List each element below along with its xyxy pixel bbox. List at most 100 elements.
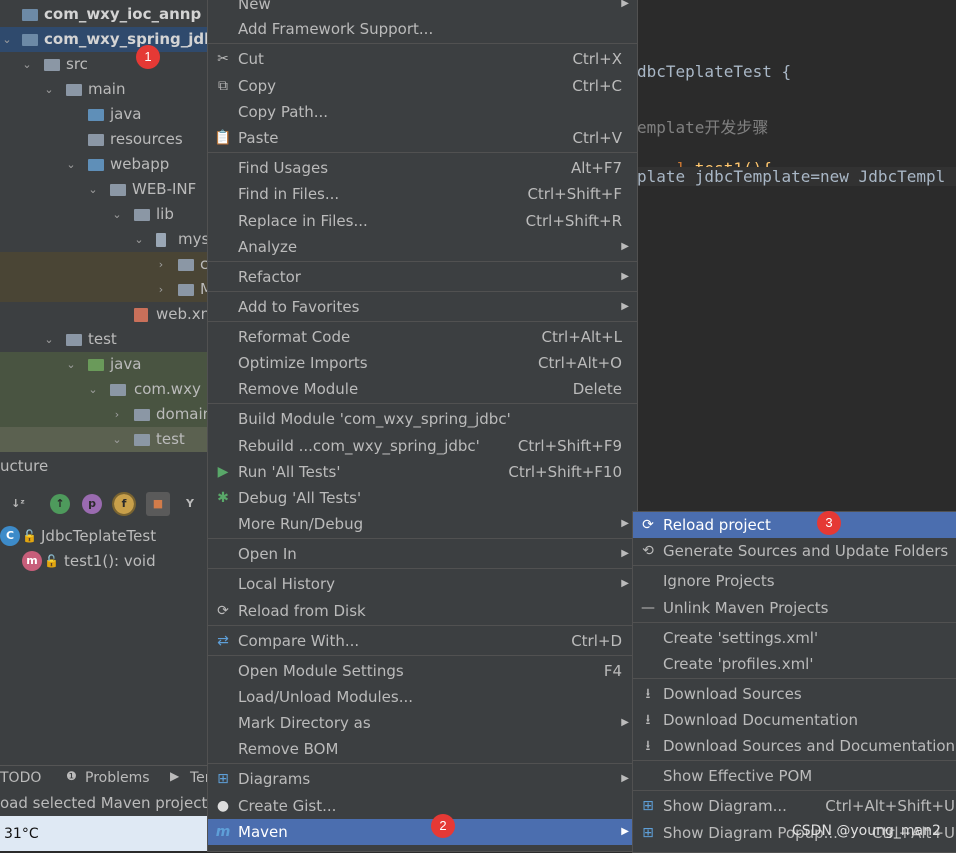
menu-item-reformat-code[interactable]: Reformat Code Ctrl+Alt+L	[208, 324, 637, 350]
chevron-right-icon: ▶	[621, 0, 629, 9]
chevron-right-icon: ▶	[621, 717, 629, 728]
menu-item-open-module-settings[interactable]: Open Module Settings F4	[208, 658, 637, 684]
copy-icon: ⧉	[218, 78, 228, 94]
chevron-right-icon: ▶	[621, 578, 629, 589]
folder-icon	[110, 184, 126, 196]
status-bar: oad selected Maven projects	[0, 791, 207, 816]
menu-item-reload-from-disk[interactable]: ⟳ Reload from Disk	[208, 598, 637, 624]
public-icon: 🔓	[44, 554, 59, 568]
tree-item-com-wxy-spring-jdbc[interactable]: ⌄ com_wxy_spring_jdbc	[0, 27, 207, 52]
tree-item-src[interactable]: ⌄ src	[0, 52, 207, 77]
tree-item-domain[interactable]: › domain	[0, 402, 207, 427]
watermark: CSDN @young_man2	[792, 823, 941, 839]
menu-item-show-diagram[interactable]: ⊞ Show Diagram... Ctrl+Alt+Shift+U	[633, 793, 956, 819]
resources-folder-icon	[88, 134, 104, 146]
menu-item-analyze[interactable]: Analyze ▶	[208, 234, 637, 260]
chevron-down-icon: ⌄	[2, 33, 12, 46]
tree-item-test[interactable]: ⌄ test	[0, 327, 207, 352]
tree-item-c[interactable]: › c	[0, 252, 207, 277]
paste-icon: 📋	[214, 130, 232, 146]
menu-item-mark-directory-as[interactable]: Mark Directory as ▶	[208, 710, 637, 736]
web-folder-icon	[88, 159, 104, 171]
menu-item-copy[interactable]: ⧉ Copy Ctrl+C	[208, 73, 637, 99]
chevron-down-icon: ⌄	[66, 358, 76, 371]
tree-item-java[interactable]: java	[0, 102, 207, 127]
compare-icon: ⇄	[217, 633, 229, 649]
structure-class-row[interactable]: C 🔓 JdbcTeplateTest	[0, 524, 207, 548]
chevron-right-icon: ›	[158, 258, 164, 271]
menu-item-local-history[interactable]: Local History ▶	[208, 571, 637, 597]
test-folder-icon	[88, 359, 104, 371]
menu-item-diagrams[interactable]: ⊞ Diagrams ▶	[208, 766, 637, 792]
field-icon[interactable]: f	[112, 492, 136, 516]
menu-item-optimize-imports[interactable]: Optimize Imports Ctrl+Alt+O	[208, 350, 637, 376]
menu-item-more-run-debug[interactable]: More Run/Debug ▶	[208, 511, 637, 537]
tab-problems[interactable]: Problems	[85, 770, 150, 786]
tree-item-com-wxy-ioc-annp[interactable]: com_wxy_ioc_annp	[0, 2, 207, 27]
tree-item-web-xml[interactable]: web.xn	[0, 302, 207, 327]
menu-item-download-sources-and-docs[interactable]: ⭳ Download Sources and Documentation	[633, 733, 956, 759]
menu-item-copy-path[interactable]: Copy Path...	[208, 99, 637, 125]
tree-item-test-package[interactable]: ⌄ test	[0, 427, 207, 452]
menu-item-cut[interactable]: ✂ Cut Ctrl+X	[208, 46, 637, 72]
menu-item-maven[interactable]: m Maven ▶	[208, 819, 637, 845]
step-badge-2: 2	[431, 814, 455, 838]
menu-item-debug-all-tests[interactable]: ✱ Debug 'All Tests'	[208, 485, 637, 511]
hierarchy-icon[interactable]: Y	[180, 494, 200, 514]
menu-item-show-effective-pom[interactable]: Show Effective POM	[633, 763, 956, 789]
menu-item-generate-sources[interactable]: ⟲ Generate Sources and Update Folders	[633, 538, 956, 564]
inherited-icon[interactable]: ↑	[50, 494, 70, 514]
menu-item-new[interactable]: New ▶	[208, 0, 637, 17]
tree-item-webapp[interactable]: ⌄ webapp	[0, 152, 207, 177]
menu-item-load-unload-modules[interactable]: Load/Unload Modules...	[208, 684, 637, 710]
menu-item-paste[interactable]: 📋 Paste Ctrl+V	[208, 125, 637, 151]
menu-item-replace-in-files[interactable]: Replace in Files... Ctrl+Shift+R	[208, 208, 637, 234]
lock-icon[interactable]: ■	[146, 492, 170, 516]
tab-todo[interactable]: TODO	[0, 770, 41, 786]
code-editor[interactable]: dbcTeplateTest { emplate开发步骤 ] test1(){ …	[637, 0, 956, 512]
menu-item-find-in-files[interactable]: Find in Files... Ctrl+Shift+F	[208, 181, 637, 207]
menu-item-create-profiles-xml[interactable]: Create 'profiles.xml'	[633, 651, 956, 677]
package-icon	[134, 409, 150, 421]
tree-item-m[interactable]: › M	[0, 277, 207, 302]
menu-item-run-all-tests[interactable]: ▶ Run 'All Tests' Ctrl+Shift+F10	[208, 459, 637, 485]
menu-item-create-gist[interactable]: ● Create Gist...	[208, 793, 637, 819]
scissors-icon: ✂	[217, 51, 229, 67]
property-icon[interactable]: p	[82, 494, 102, 514]
menu-item-find-usages[interactable]: Find Usages Alt+F7	[208, 155, 637, 181]
menu-item-compare-with[interactable]: ⇄ Compare With... Ctrl+D	[208, 628, 637, 654]
menu-item-refactor[interactable]: Refactor ▶	[208, 264, 637, 290]
chevron-down-icon: ⌄	[88, 183, 98, 196]
maven-icon: m	[215, 824, 231, 840]
diagram-icon: ⊞	[217, 771, 229, 787]
tree-item-test-java[interactable]: ⌄ java	[0, 352, 207, 377]
chevron-down-icon: ⌄	[44, 83, 54, 96]
menu-item-reload-project[interactable]: ⟳ Reload project	[633, 512, 956, 538]
tree-item-com-wxy[interactable]: ⌄ com.wxy	[0, 377, 207, 402]
chevron-right-icon: ▶	[621, 301, 629, 312]
menu-item-download-sources[interactable]: ⭳ Download Sources	[633, 681, 956, 707]
menu-item-remove-module[interactable]: Remove Module Delete	[208, 376, 637, 402]
jar-icon	[156, 233, 166, 247]
tree-item-web-inf[interactable]: ⌄ WEB-INF	[0, 177, 207, 202]
menu-item-remove-bom[interactable]: Remove BOM	[208, 736, 637, 762]
menu-item-unlink-maven-projects[interactable]: — Unlink Maven Projects	[633, 595, 956, 621]
tree-item-main[interactable]: ⌄ main	[0, 77, 207, 102]
menu-item-open-in[interactable]: Open In ▶	[208, 541, 637, 567]
chevron-down-icon: ⌄	[134, 233, 144, 246]
menu-item-rebuild[interactable]: Rebuild ...com_wxy_spring_jdbc' Ctrl+Shif…	[208, 433, 637, 459]
tree-item-lib[interactable]: ⌄ lib	[0, 202, 207, 227]
menu-item-add-to-favorites[interactable]: Add to Favorites ▶	[208, 294, 637, 320]
folder-icon	[66, 334, 82, 346]
menu-item-add-framework-support[interactable]: Add Framework Support...	[208, 16, 637, 42]
menu-item-download-documentation[interactable]: ⭳ Download Documentation	[633, 707, 956, 733]
tree-item-resources[interactable]: resources	[0, 127, 207, 152]
structure-method-row[interactable]: m 🔓 test1(): void	[0, 549, 207, 573]
reload-icon: ⟳	[217, 603, 229, 619]
code-line-current: plate jdbcTemplate=new JdbcTempl	[637, 167, 956, 186]
menu-item-ignore-projects[interactable]: Ignore Projects	[633, 568, 956, 594]
sort-alpha-icon[interactable]: ↓ᶻ	[8, 494, 28, 514]
tree-item-mysql-jar[interactable]: ⌄ mys	[0, 227, 207, 252]
menu-item-build-module[interactable]: Build Module 'com_wxy_spring_jdbc'	[208, 406, 637, 432]
menu-item-create-settings-xml[interactable]: Create 'settings.xml'	[633, 625, 956, 651]
